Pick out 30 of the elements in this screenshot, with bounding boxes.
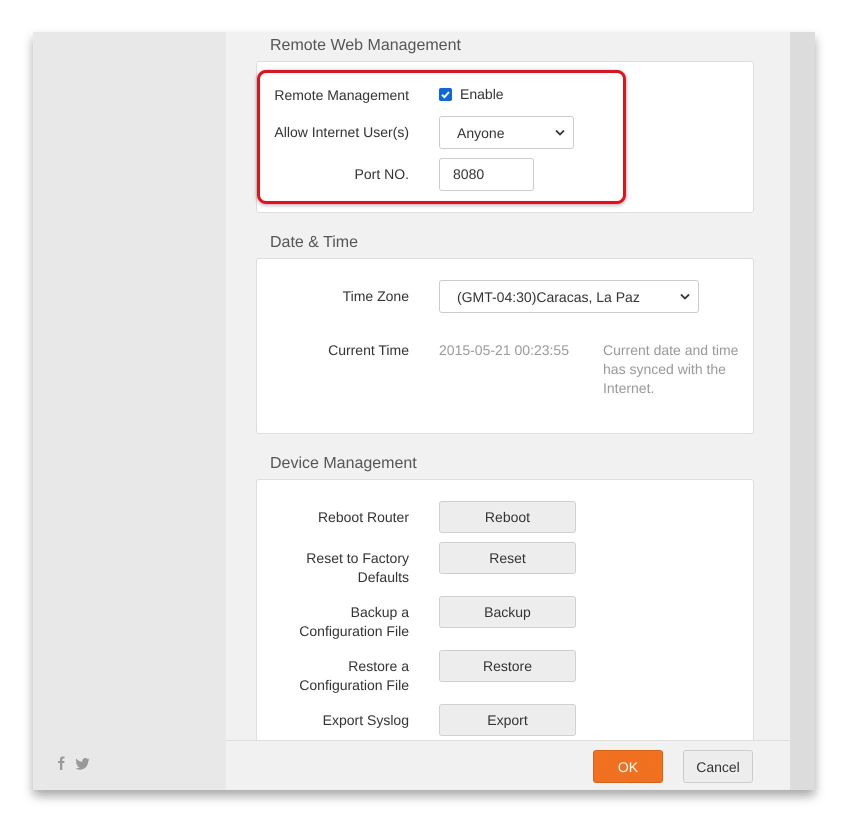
action-button[interactable]: Backup (439, 596, 576, 628)
section-title: Device Management (270, 454, 418, 473)
field-label: Reset to Factory Defaults (305, 549, 409, 587)
action-button[interactable]: Reset (439, 542, 576, 574)
dropdown[interactable]: (GMT-04:30)Caracas, La Paz (439, 280, 699, 313)
time-value: 2015-05-21 00:23:55 (439, 341, 570, 360)
field-label: Time Zone (342, 287, 409, 306)
field-label: Remote Management (273, 86, 409, 105)
cancel-button[interactable]: Cancel (683, 750, 753, 783)
action-button[interactable]: Reboot (439, 501, 576, 533)
field-label: Current Time (327, 341, 409, 360)
field-label: Port NO. (354, 165, 409, 184)
field-label: Reboot Router (316, 508, 409, 527)
chevron-icon (680, 293, 690, 300)
sync-note: Current date and time has synced with the Internet. (603, 341, 740, 398)
input-field[interactable]: 8080 (439, 158, 534, 191)
field-label: Backup a Configuration File (298, 603, 409, 641)
chevron-icon (555, 129, 565, 136)
action-button[interactable]: Export (439, 704, 576, 736)
checkbox[interactable] (439, 88, 452, 100)
field-label: Export Syslog (322, 711, 409, 730)
facebook-icon[interactable] (57, 756, 65, 770)
action-button[interactable]: Restore (439, 650, 576, 682)
section-title: Remote Web Management (270, 36, 462, 55)
field-label: Restore a Configuration File (298, 657, 409, 695)
field-label: Allow Internet User(s) (273, 123, 409, 142)
dropdown[interactable]: Anyone (439, 116, 574, 149)
bird-icon[interactable] (75, 758, 90, 770)
checkbox-label: Enable (460, 86, 504, 102)
section-title: Date & Time (270, 233, 360, 252)
